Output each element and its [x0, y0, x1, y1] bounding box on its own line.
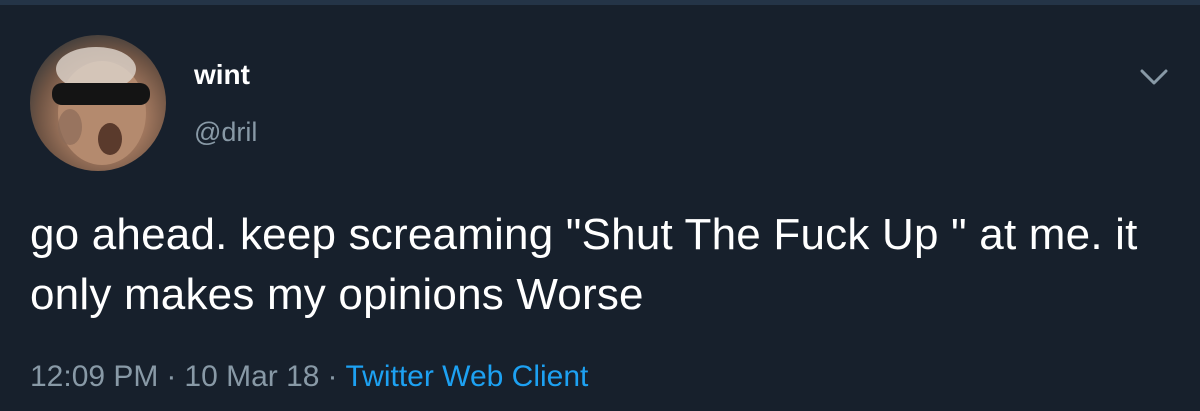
author-handle[interactable]: @dril	[194, 117, 257, 148]
avatar[interactable]	[30, 35, 166, 171]
meta-separator: ·	[327, 360, 338, 393]
tweet-date[interactable]: 10 Mar 18	[184, 360, 319, 393]
tweet-client-link[interactable]: Twitter Web Client	[346, 360, 589, 393]
meta-separator: ·	[166, 360, 177, 393]
tweet-card: wint @dril go ahead. keep screaming "Shu…	[0, 5, 1200, 411]
chevron-down-icon[interactable]	[1134, 57, 1174, 97]
tweet-text: go ahead. keep screaming "Shut The Fuck …	[30, 210, 1138, 319]
tweet-time[interactable]: 12:09 PM	[30, 360, 158, 393]
tweet-meta: 12:09 PM · 10 Mar 18 · Twitter Web Client	[30, 360, 588, 394]
avatar-photo-sunglasses	[52, 47, 150, 165]
author-display-name[interactable]: wint	[194, 59, 250, 91]
